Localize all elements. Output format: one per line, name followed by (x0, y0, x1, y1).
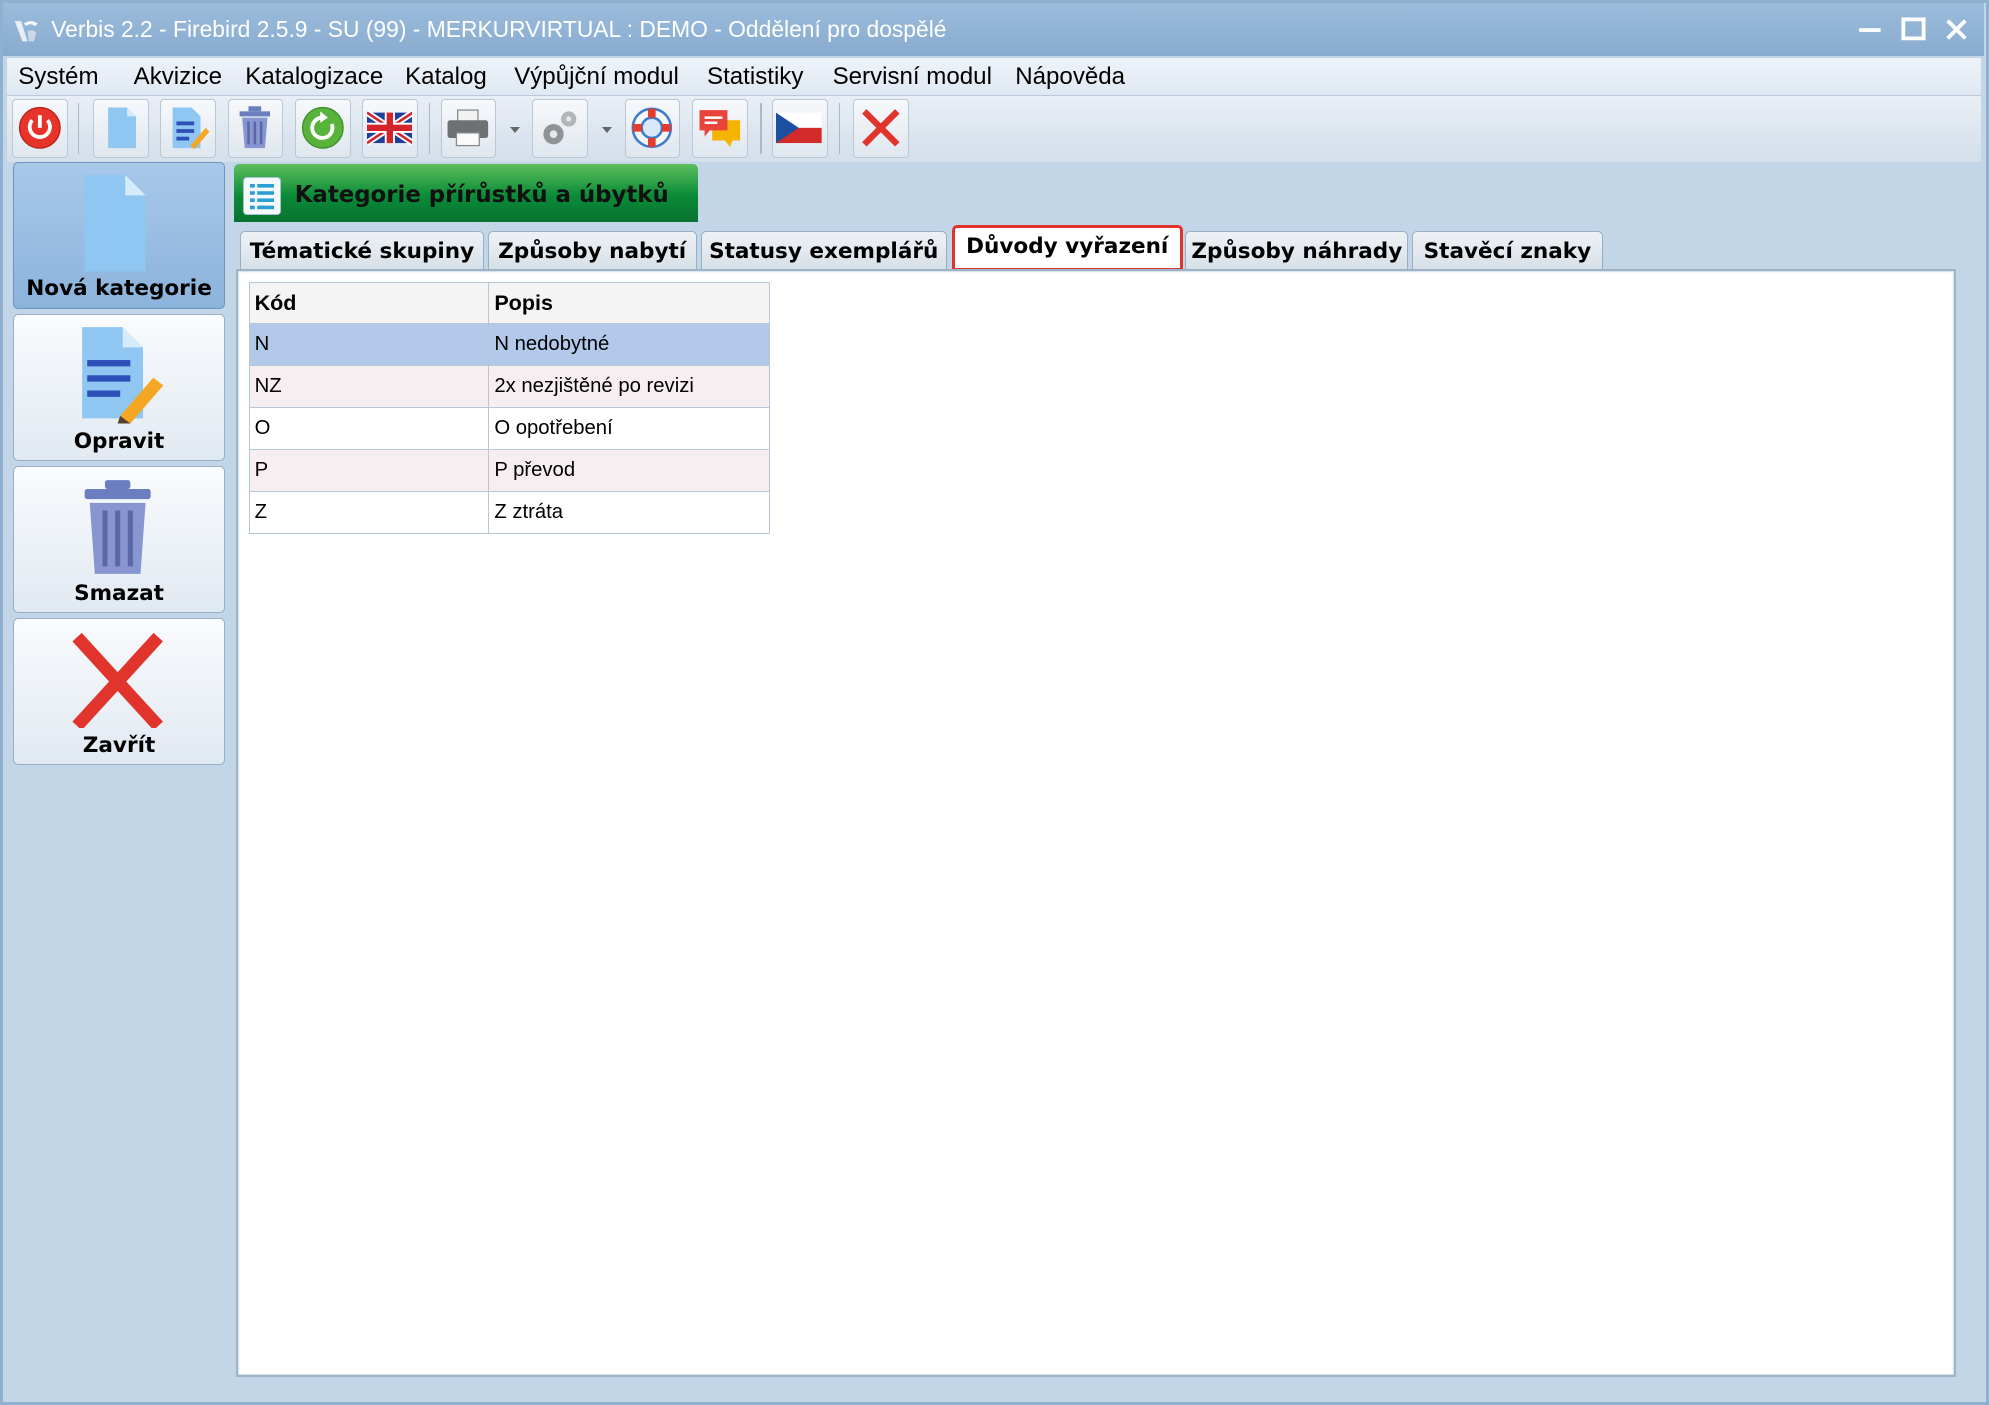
toolbar (6, 95, 1981, 162)
app-icon (14, 20, 38, 42)
settings-button[interactable] (531, 99, 588, 158)
toolbar-separator (429, 103, 431, 154)
panel-header: Kategorie přírůstků a úbytků (233, 164, 699, 223)
cell-kod: P (248, 448, 490, 492)
cell-kod: NZ (248, 365, 490, 409)
delete-label: Smazat (74, 580, 164, 606)
data-grid: Kód Popis N N nedobytné NZ 2x nezjištěné… (248, 281, 770, 534)
panel-title: Kategorie přírůstků a úbytků (294, 181, 669, 208)
edit-document-icon (172, 107, 210, 150)
close-panel-button[interactable]: Zavřít (13, 618, 225, 766)
close-button[interactable] (852, 99, 909, 158)
tab-strip: Tématické skupiny Způsoby nabytí Statusy… (230, 222, 1981, 271)
trash-icon (85, 479, 152, 574)
table-row[interactable]: NZ 2x nezjištěné po revizi (248, 365, 770, 409)
menu-katalog[interactable]: Katalog (405, 63, 487, 91)
table-row[interactable]: Z Z ztráta (248, 490, 770, 534)
menu-vypujcni-modul[interactable]: Výpůjční modul (514, 63, 679, 91)
maximize-icon (1901, 17, 1926, 41)
new-document-icon (107, 107, 136, 149)
table-row[interactable]: P P převod (248, 448, 770, 492)
table-row[interactable]: N N nedobytné (248, 323, 770, 367)
toolbar-separator (760, 103, 762, 154)
sidebar: Nová kategorie Opravit Smazat Zavřít (7, 161, 230, 1399)
list-icon (242, 176, 281, 215)
english-language-button[interactable] (361, 99, 418, 158)
new-document-icon (85, 175, 147, 272)
cell-popis: 2x nezjištěné po revizi (488, 365, 770, 409)
window-close-button[interactable] (1940, 13, 1973, 46)
cell-kod: O (248, 407, 490, 450)
tab-zpusoby-nahrady[interactable]: Způsoby náhrady (1185, 231, 1409, 270)
toolbar-separator (77, 103, 80, 154)
close-icon (861, 109, 900, 148)
cell-popis: N nedobytné (488, 323, 770, 367)
tab-duvody-vyrazeni[interactable]: Důvody vyřazení (951, 224, 1183, 271)
cell-popis: O opotřebení (488, 407, 770, 450)
menu-napoveda[interactable]: Nápověda (1015, 63, 1125, 91)
gears-icon (543, 111, 577, 145)
delete-category-button[interactable]: Smazat (13, 465, 225, 614)
print-dropdown-button[interactable] (505, 99, 525, 157)
main-window: Verbis 2.2 - Firebird 2.5.9 - SU (99) - … (0, 0, 1989, 1405)
print-button[interactable] (440, 99, 497, 158)
minimize-icon (1858, 28, 1881, 33)
maximize-button[interactable] (1897, 13, 1930, 46)
delete-button[interactable] (227, 99, 284, 158)
settings-dropdown-button[interactable] (597, 99, 617, 157)
refresh-button[interactable] (294, 99, 351, 158)
power-icon (18, 107, 61, 150)
printer-icon (447, 109, 489, 147)
edit-document-icon (82, 327, 164, 424)
new-category-button[interactable]: Nová kategorie (13, 161, 225, 309)
content-panel: Kategorie přírůstků a úbytků Tématické s… (230, 162, 1981, 1399)
cell-popis: Z ztráta (488, 490, 770, 534)
tab-staveci-znaky[interactable]: Stavěcí znaky (1412, 231, 1603, 270)
menu-katalogizace[interactable]: Katalogizace (245, 63, 383, 91)
menu-bar: Systém Akvizice Katalogizace Katalog Výp… (6, 57, 1981, 96)
table-header-row: Kód Popis (248, 281, 770, 325)
trash-icon (239, 106, 271, 149)
tab-statusy-exemplaru[interactable]: Statusy exemplářů (700, 231, 947, 270)
close-label: Zavřít (82, 733, 156, 759)
cell-popis: P převod (488, 448, 770, 492)
title-bar: Verbis 2.2 - Firebird 2.5.9 - SU (99) - … (3, 3, 1985, 57)
cell-kod: Z (248, 490, 490, 534)
tab-zpusoby-nabyti[interactable]: Způsoby nabytí (487, 231, 697, 270)
menu-servisni-modul[interactable]: Servisní modul (833, 63, 992, 91)
table-row[interactable]: O O opotřebení (248, 407, 770, 450)
edit-document-button[interactable] (160, 99, 217, 158)
tab-content: Kód Popis N N nedobytné NZ 2x nezjištěné… (236, 269, 1957, 1377)
chat-icon (699, 110, 740, 148)
minimize-button[interactable] (1854, 13, 1887, 46)
refresh-icon (301, 107, 344, 150)
window-title: Verbis 2.2 - Firebird 2.5.9 - SU (99) - … (51, 15, 947, 42)
close-icon (1946, 19, 1967, 40)
cell-kod: N (248, 323, 490, 367)
menu-akvizice[interactable]: Akvizice (134, 63, 222, 91)
column-header-popis[interactable]: Popis (488, 281, 770, 325)
edit-button[interactable]: Opravit (13, 313, 225, 461)
menu-system[interactable]: Systém (18, 63, 98, 91)
czech-flag-icon (776, 113, 823, 144)
tab-tematicke-skupiny[interactable]: Tématické skupiny (240, 231, 484, 270)
lifebuoy-icon (631, 107, 673, 149)
help-button[interactable] (624, 99, 681, 158)
uk-flag-icon (366, 110, 413, 147)
column-header-kod[interactable]: Kód (248, 281, 490, 325)
power-button[interactable] (11, 99, 68, 158)
close-icon (72, 632, 164, 729)
new-category-label: Nová kategorie (26, 276, 212, 302)
edit-label: Opravit (73, 428, 165, 454)
menu-statistiky[interactable]: Statistiky (707, 63, 803, 91)
new-document-button[interactable] (93, 99, 149, 158)
toolbar-separator (838, 103, 841, 154)
messages-button[interactable] (691, 99, 748, 158)
czech-language-button[interactable] (771, 99, 828, 158)
